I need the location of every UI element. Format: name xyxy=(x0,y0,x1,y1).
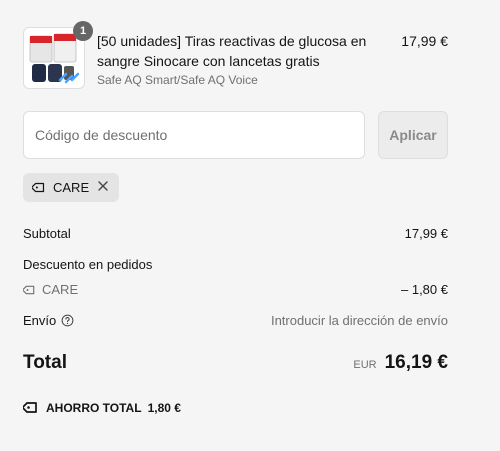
total-label: Total xyxy=(23,352,67,373)
product-thumbnail: 1 xyxy=(23,21,93,89)
remove-discount-button[interactable] xyxy=(97,180,109,195)
subtotal-label: Subtotal xyxy=(23,226,71,241)
apply-discount-button[interactable]: Aplicar xyxy=(378,111,448,159)
quantity-badge: 1 xyxy=(73,21,93,41)
subtotal-value: 17,99 € xyxy=(404,226,448,241)
total-value: 16,19 € xyxy=(384,352,448,373)
applied-discount-code: CARE xyxy=(53,180,90,195)
shipping-row: Envío Introducir la dirección de envío xyxy=(23,313,448,328)
tag-icon xyxy=(23,285,35,294)
cart-line-item: 1 [50 unidades] Tiras reactivas de gluco… xyxy=(23,21,448,89)
subtotal-row: Subtotal 17,99 € xyxy=(23,226,448,241)
total-amount-group: EUR 16,19 € xyxy=(353,352,448,374)
tag-icon xyxy=(23,402,37,413)
order-discount-label: Descuento en pedidos xyxy=(23,257,153,272)
total-row: Total EUR 16,19 € xyxy=(23,352,448,374)
discount-code-row: CARE – 1,80 € xyxy=(23,282,448,297)
product-price: 17,99 € xyxy=(401,33,448,49)
order-discount-row: Descuento en pedidos xyxy=(23,257,448,272)
shipping-label: Envío xyxy=(23,313,57,328)
discount-code-line: CARE xyxy=(23,282,78,297)
shipping-label-group: Envío xyxy=(23,313,74,328)
product-variant: Safe AQ Smart/Safe AQ Voice xyxy=(97,73,258,87)
savings-label: AHORRO TOTAL xyxy=(46,400,142,415)
savings-value: 1,80 € xyxy=(147,400,181,415)
shipping-value: Introducir la dirección de envío xyxy=(270,313,448,328)
total-savings: AHORRO TOTAL 1,80 € xyxy=(23,399,181,416)
discount-value: – 1,80 € xyxy=(401,282,448,297)
tag-icon xyxy=(32,182,45,193)
currency-code: EUR xyxy=(353,359,377,371)
discount-code-input[interactable] xyxy=(23,111,365,159)
close-icon xyxy=(98,181,108,191)
discount-code-label: CARE xyxy=(42,282,79,297)
applied-discount-chip: CARE xyxy=(23,173,120,202)
product-name: [50 unidades] Tiras reactivas de glucosa… xyxy=(97,33,367,69)
help-circle-icon[interactable] xyxy=(61,314,74,327)
